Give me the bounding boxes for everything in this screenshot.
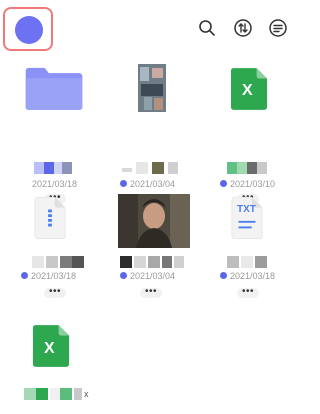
file-date: 2021/03/10 — [230, 179, 276, 189]
file-date-row: 2021/03/18 — [205, 270, 293, 282]
file-date: 2021/03/04 — [130, 271, 176, 281]
excel-icon: X — [12, 318, 100, 388]
shared-badge-icon — [21, 272, 28, 279]
file-name-redacted: x — [12, 388, 100, 406]
folder-icon — [12, 58, 100, 158]
sort-icon[interactable] — [233, 18, 253, 38]
file-tile-video[interactable]: 2021/03/04 ••• — [108, 190, 196, 340]
file-tile-text[interactable]: TXT 2021/03/18 ••• — [205, 190, 293, 340]
shared-badge-icon — [120, 180, 127, 187]
file-date-row: 2021/03/04 — [108, 178, 196, 190]
avatar-button[interactable] — [3, 7, 53, 51]
more-options-button[interactable]: ••• — [44, 287, 66, 298]
excel-glyph: X — [44, 340, 55, 357]
file-tile-excel[interactable]: X x — [12, 318, 100, 414]
file-date-row: 2021/03/18 — [12, 178, 100, 190]
file-tile-folder[interactable]: 2021/03/18 ••• — [12, 58, 100, 208]
top-bar — [0, 0, 299, 56]
file-date-row: 2021/03/04 — [108, 270, 196, 282]
excel-icon: X — [205, 58, 293, 158]
file-name-tail: x — [84, 389, 89, 399]
file-date-row: 2021/03/18 — [12, 270, 100, 282]
more-options-button[interactable]: ••• — [140, 287, 162, 298]
file-date: 2021/03/18 — [31, 271, 77, 281]
file-date: 2021/03/04 — [130, 179, 176, 189]
video-thumbnail — [108, 58, 196, 158]
shared-badge-icon — [120, 272, 127, 279]
txt-glyph: TXT — [237, 204, 256, 215]
avatar — [15, 16, 43, 44]
file-tile-video[interactable]: 2021/03/04 ••• — [108, 58, 196, 208]
file-date: 2021/03/18 — [32, 179, 78, 189]
shared-badge-icon — [220, 180, 227, 187]
shared-badge-icon — [220, 272, 227, 279]
file-tile-excel[interactable]: X 2021/03/10 ••• — [205, 58, 293, 208]
more-options-button[interactable]: ••• — [237, 287, 259, 298]
menu-icon[interactable] — [268, 18, 288, 38]
file-date: 2021/03/18 — [230, 271, 276, 281]
file-date-row: 2021/03/10 — [205, 178, 293, 190]
search-icon[interactable] — [197, 18, 217, 38]
excel-glyph: X — [242, 82, 253, 99]
